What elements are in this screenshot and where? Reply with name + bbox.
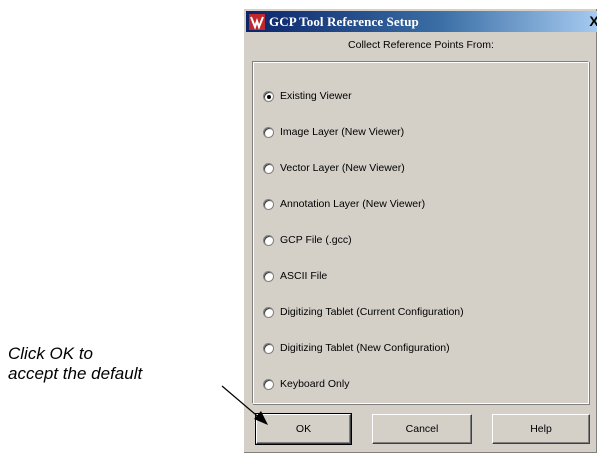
option-label: Keyboard Only [280,378,350,390]
radio-button[interactable] [263,90,274,102]
option-label: ASCII File [280,270,328,282]
ok-button[interactable]: OK [255,413,352,445]
option-label: Image Layer (New Viewer) [280,126,405,138]
option-vector-layer[interactable]: Vector Layer (New Viewer) [263,159,405,177]
option-keyboard-only[interactable]: Keyboard Only [263,375,349,393]
option-annotation-layer[interactable]: Annotation Layer (New Viewer) [263,195,425,213]
radio-button[interactable] [263,378,274,390]
gcp-reference-setup-dialog: GCP Tool Reference Setup X Collect Refer… [243,8,597,453]
dialog-title: GCP Tool Reference Setup [269,13,419,29]
option-label: Digitizing Tablet (Current Configuration… [280,306,464,318]
option-digitizing-current[interactable]: Digitizing Tablet (Current Configuration… [263,303,464,321]
radio-button[interactable] [263,270,274,282]
callout-line-2: accept the default [8,364,143,383]
radio-button[interactable] [263,306,274,318]
option-ascii-file[interactable]: ASCII File [263,267,327,285]
option-label: Existing Viewer [280,90,352,102]
radio-button[interactable] [263,126,274,138]
button-row: OK Cancel Help [252,413,592,446]
radio-button[interactable] [263,342,274,354]
help-button[interactable]: Help [492,414,590,444]
close-button[interactable]: X [585,12,597,30]
option-existing-viewer[interactable]: Existing Viewer [263,87,352,105]
title-bar[interactable]: GCP Tool Reference Setup X [246,11,597,32]
option-label: Vector Layer (New Viewer) [280,162,405,174]
option-label: Annotation Layer (New Viewer) [280,198,426,210]
option-digitizing-new[interactable]: Digitizing Tablet (New Configuration) [263,339,450,357]
option-label: Digitizing Tablet (New Configuration) [280,342,450,354]
option-label: GCP File (.gcc) [280,234,352,246]
cancel-button[interactable]: Cancel [372,414,472,444]
radio-button[interactable] [263,234,274,246]
callout-annotation: Click OK to accept the default [8,344,248,384]
option-image-layer[interactable]: Image Layer (New Viewer) [263,123,404,141]
radio-button[interactable] [263,162,274,174]
option-gcp-file[interactable]: GCP File (.gcc) [263,231,352,249]
callout-line-1: Click OK to [8,344,94,363]
radio-button[interactable] [263,198,274,210]
app-icon [249,13,265,30]
dialog-subtitle: Collect Reference Points From: [348,39,494,51]
reference-source-group: Existing Viewer Image Layer (New Viewer)… [252,61,589,404]
